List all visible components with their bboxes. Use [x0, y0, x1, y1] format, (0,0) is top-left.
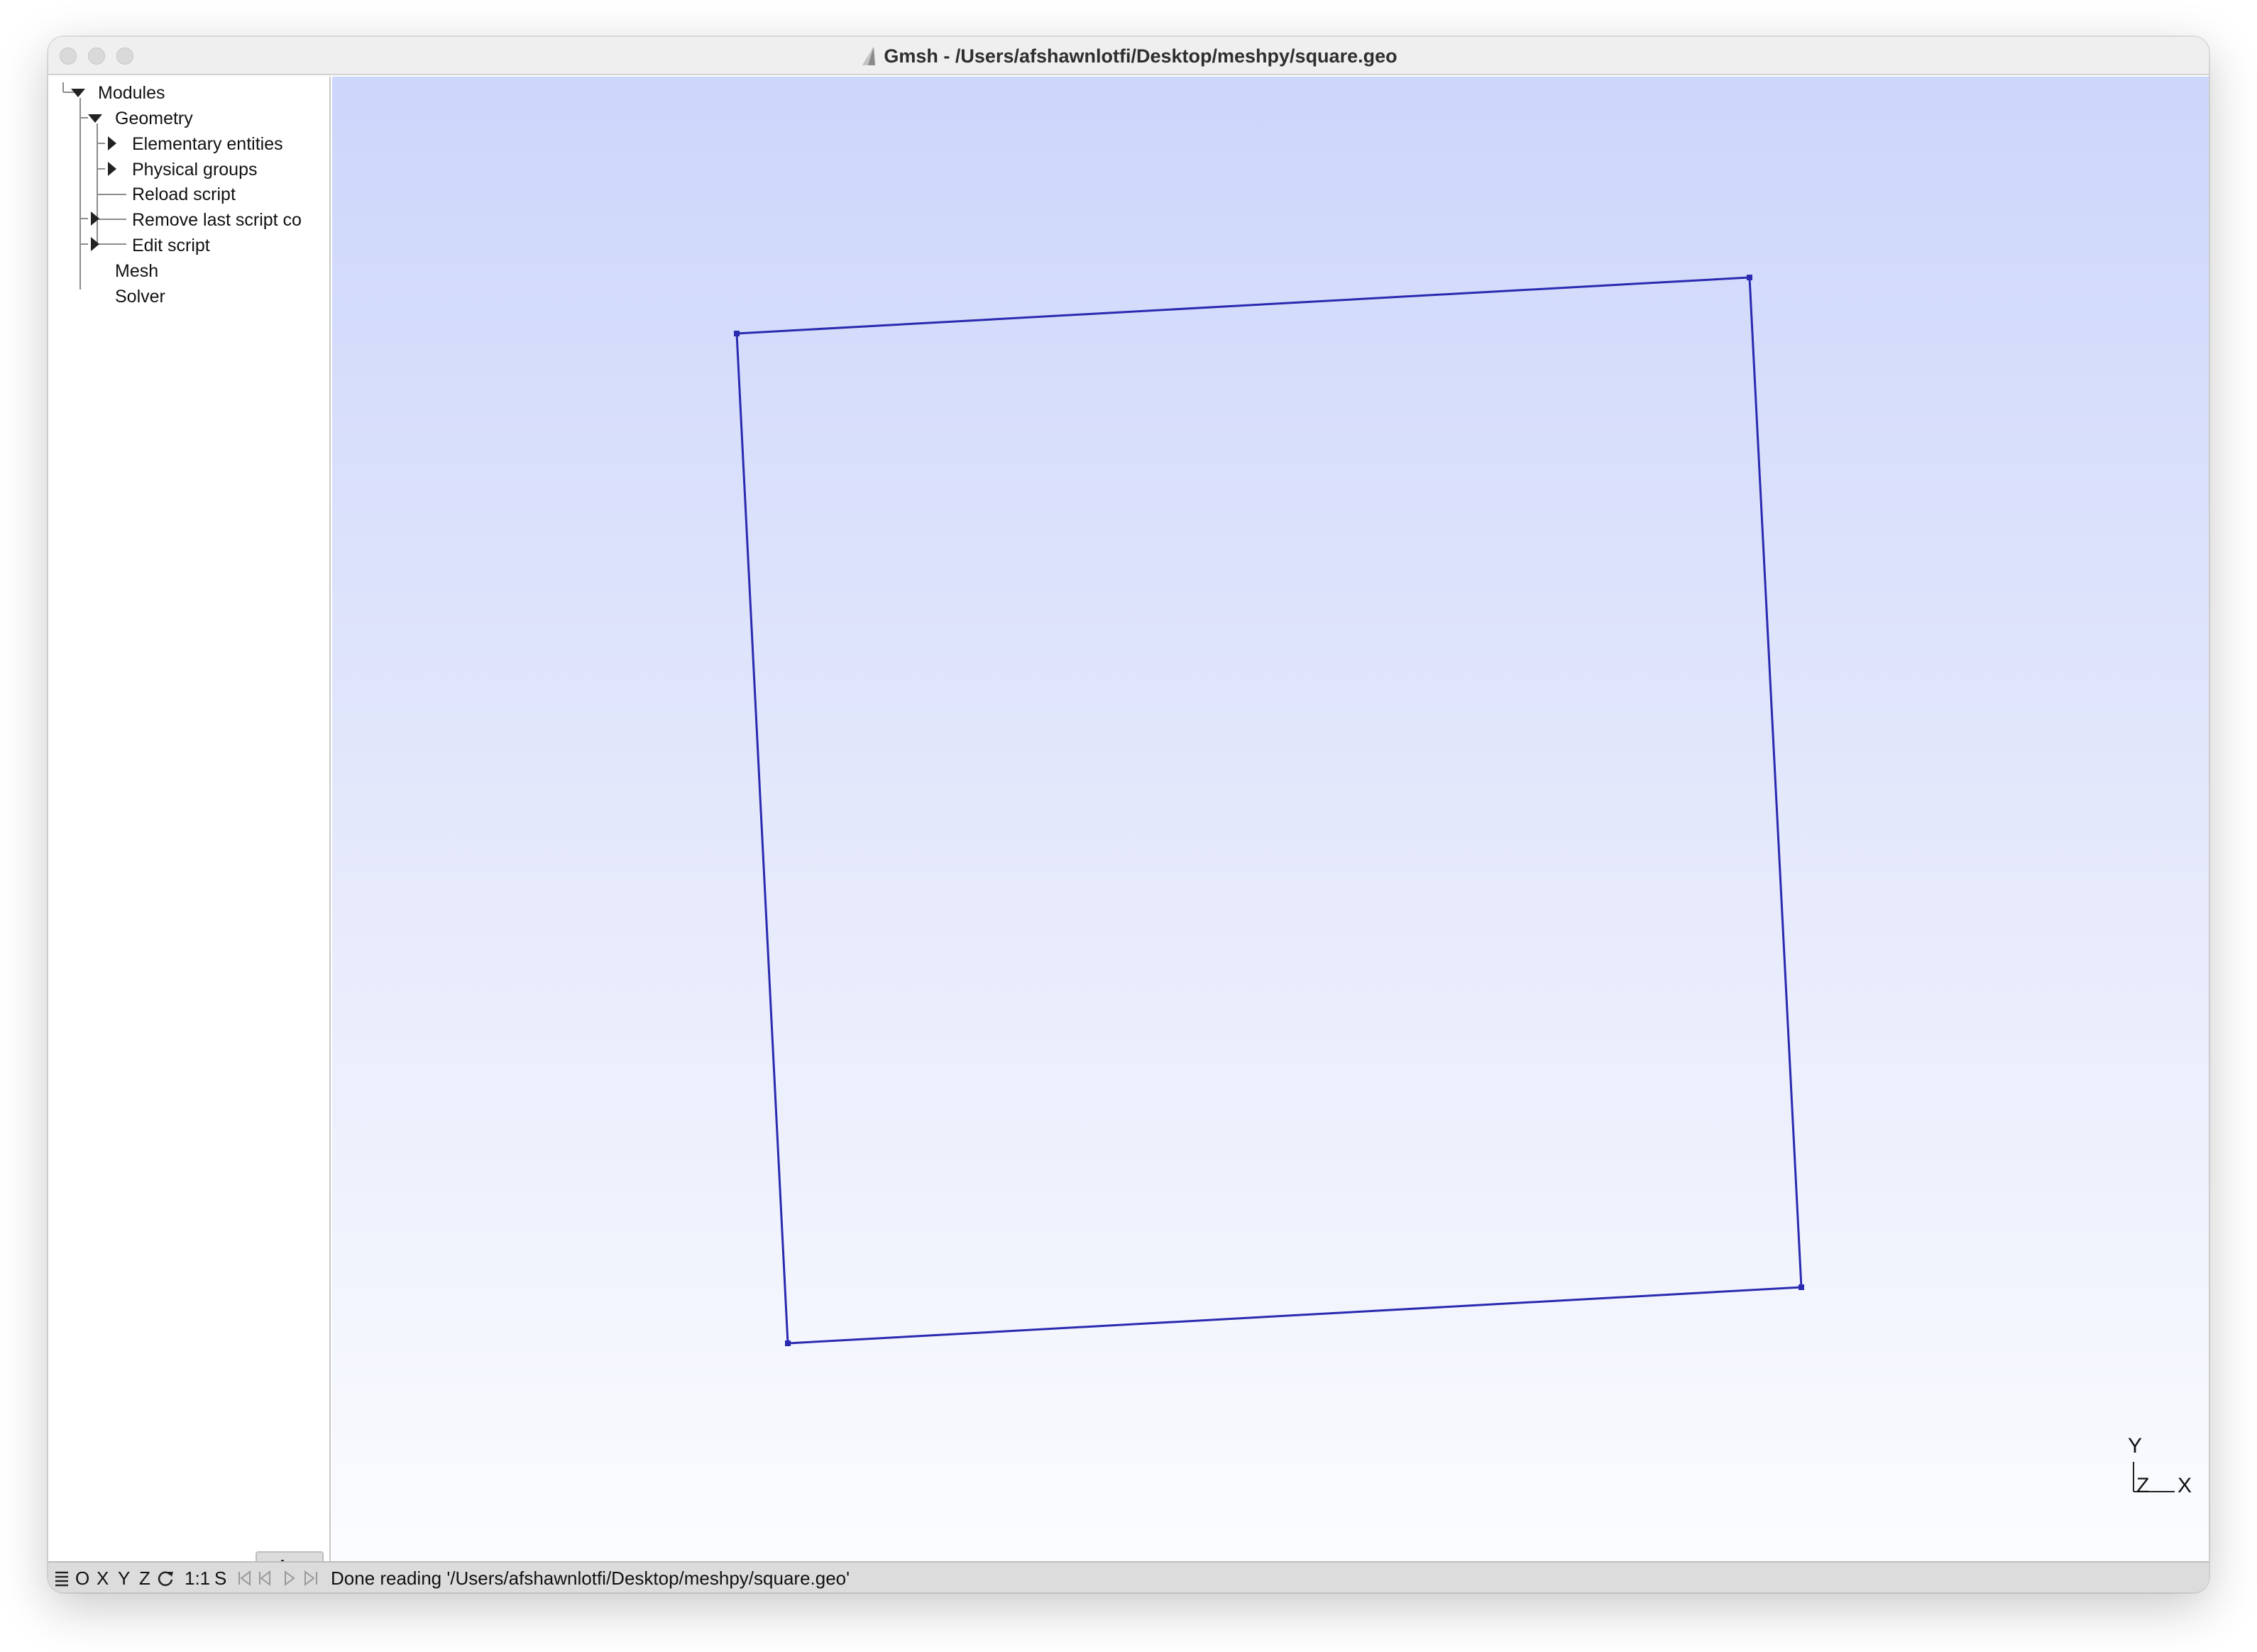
tree-item-remove-last-script[interactable]: Remove last script co	[132, 207, 302, 233]
view-z-button[interactable]: Z	[139, 1563, 150, 1592]
tree-item-geometry[interactable]: Geometry	[115, 106, 193, 131]
animation-controls	[238, 1570, 317, 1586]
previous-step-icon	[259, 1570, 270, 1586]
geometry-point-2	[1747, 275, 1752, 280]
axis-label-x: X	[2178, 1474, 2192, 1497]
geometry-expanded-icon	[88, 114, 102, 123]
window-title: Gmsh - /Users/afshawnlotfi/Desktop/meshp…	[884, 45, 1397, 67]
geometry-point-3	[1799, 1284, 1804, 1290]
tree-item-modules[interactable]: Modules	[98, 80, 165, 106]
tree-item-solver[interactable]: Solver	[115, 284, 165, 309]
tree-item-physical-groups[interactable]: Physical groups	[132, 157, 257, 182]
view-x-button[interactable]: X	[97, 1563, 109, 1592]
title-bar: Gmsh - /Users/afshawnlotfi/Desktop/meshp…	[48, 37, 2209, 75]
geometry-point-1	[734, 331, 740, 336]
gmsh-app-icon	[862, 47, 876, 65]
physical-collapsed-icon	[108, 162, 116, 176]
select-button[interactable]: S	[214, 1563, 226, 1592]
next-step-icon	[304, 1570, 317, 1586]
elementary-collapsed-icon	[108, 136, 116, 150]
axis-label-z: Z	[2136, 1474, 2150, 1497]
geometry-point-4	[785, 1340, 791, 1346]
view-origin-button[interactable]: O	[75, 1563, 89, 1592]
play-icon	[285, 1570, 295, 1586]
mesh-collapsed-icon	[91, 211, 99, 226]
tree-item-edit-script[interactable]: Edit script	[132, 233, 210, 258]
axis-label-y: Y	[2128, 1434, 2143, 1458]
square-geometry-outline	[735, 276, 1803, 1345]
tree-item-mesh[interactable]: Mesh	[115, 258, 158, 284]
solver-collapsed-icon	[91, 237, 99, 251]
status-bar: O X Y Z 1:1 S Done reading '/Users/afsha…	[48, 1561, 2209, 1592]
geometry-canvas	[734, 275, 2175, 1492]
tree-item-elementary-entities[interactable]: Elementary entities	[132, 131, 283, 157]
hamburger-icon[interactable]	[54, 1570, 70, 1587]
graphics-viewport[interactable]: Y Z X	[332, 77, 2209, 1561]
tree-item-reload-script[interactable]: Reload script	[132, 182, 236, 207]
view-y-button[interactable]: Y	[118, 1563, 130, 1592]
rotate-icon[interactable]	[158, 1570, 175, 1587]
scale-reset-button[interactable]: 1:1	[185, 1563, 210, 1592]
first-step-icon	[238, 1570, 251, 1586]
status-message: Done reading '/Users/afshawnlotfi/Deskto…	[331, 1568, 850, 1589]
module-tree-panel: Modules Geometry Elementary entities Phy…	[48, 77, 331, 1587]
gmsh-window: Gmsh - /Users/afshawnlotfi/Desktop/meshp…	[48, 37, 2209, 1592]
